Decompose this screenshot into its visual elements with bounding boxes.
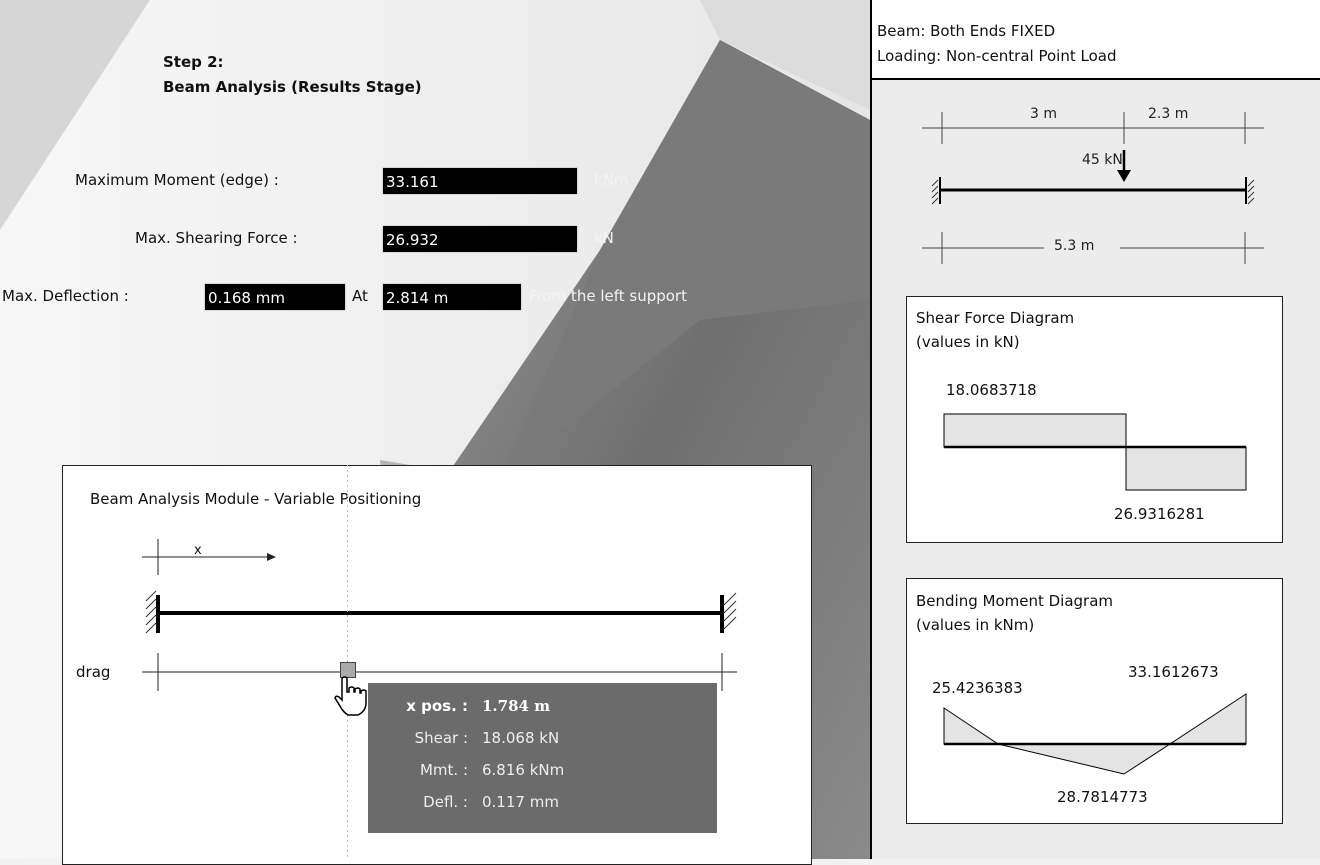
right-hatch — [723, 592, 737, 630]
xpos-value: 1.784 m — [482, 697, 551, 715]
max-deflection-field[interactable]: 0.168 mm — [204, 283, 346, 311]
step-number: Step 2: — [163, 53, 224, 71]
moment-right-region — [1168, 693, 1247, 745]
drag-label: drag — [76, 663, 111, 681]
step-heading: Step 2: Beam Analysis (Results Stage) — [163, 50, 422, 100]
from-left-support-label: From the left support — [529, 287, 687, 305]
hand-cursor-icon — [333, 676, 367, 716]
shear-positive-block — [943, 413, 1127, 448]
left-hatch — [145, 590, 157, 634]
max-moment-label: Maximum Moment (edge) : — [75, 171, 279, 189]
step-title: Beam Analysis (Results Stage) — [163, 78, 422, 96]
span-a-label: 3 m — [1026, 106, 1061, 122]
point-load-label: 45 kN — [1082, 152, 1123, 168]
shear-key: Shear : — [414, 729, 468, 747]
at-label: At — [352, 287, 368, 305]
max-shear-field[interactable]: 26.932 — [382, 225, 578, 253]
deflection-key: Defl. : — [423, 793, 468, 811]
moment-value: 6.816 kNm — [482, 761, 565, 779]
max-moment-field[interactable]: 33.161 — [382, 167, 578, 195]
max-shear-label: Max. Shearing Force : — [135, 229, 298, 247]
shear-value: 18.068 kN — [482, 729, 560, 747]
moment-left-region — [943, 707, 1000, 745]
xpos-key: x pos. : — [406, 697, 468, 715]
x-axis-label: x — [194, 543, 202, 558]
beam-type-text: Beam: Both Ends FIXED — [877, 22, 1056, 40]
loading-type-text: Loading: Non-central Point Load — [877, 47, 1117, 65]
moment-mid-region — [997, 743, 1172, 775]
shear-negative-block — [1125, 446, 1247, 491]
shear-diagram-plot — [943, 413, 1247, 491]
span-b-label: 2.3 m — [1144, 106, 1193, 122]
max-deflection-label: Max. Deflection : — [2, 287, 129, 305]
beam-loading-diagram — [922, 112, 1264, 264]
deflection-position-field[interactable]: 2.814 m — [382, 283, 522, 311]
total-span-label: 5.3 m — [1054, 238, 1095, 254]
max-shear-unit: kN — [594, 229, 614, 247]
deflection-value: 0.117 mm — [482, 793, 559, 811]
max-moment-unit: kNm — [594, 171, 629, 189]
x-arrow-head — [267, 553, 276, 561]
beam-info-header — [872, 0, 1320, 80]
position-tooltip: x pos. : 1.784 m Shear : 18.068 kN Mmt. … — [368, 683, 717, 833]
moment-diagram-plot — [943, 693, 1247, 775]
moment-key: Mmt. : — [419, 761, 468, 779]
